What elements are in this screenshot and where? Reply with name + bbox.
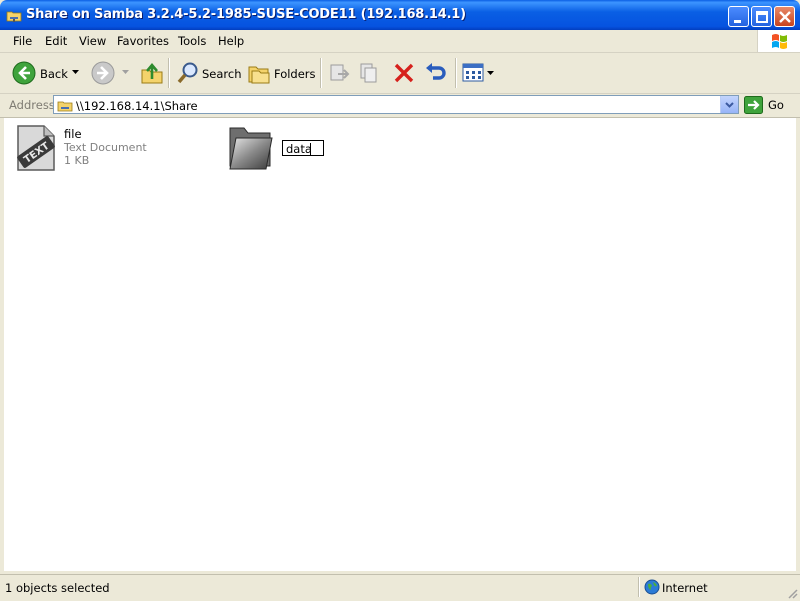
windows-logo xyxy=(757,30,800,52)
folders-button[interactable]: Folders xyxy=(246,53,316,93)
address-input[interactable]: \\192.168.14.1\Share xyxy=(53,95,739,114)
delete-button[interactable] xyxy=(390,53,418,93)
file-list-pane[interactable]: TEXT file Text Document 1 KB data xyxy=(4,118,796,571)
folder-icon xyxy=(229,127,273,170)
status-bar: 1 objects selected Internet xyxy=(0,574,800,601)
address-label: Address xyxy=(9,98,55,112)
minimize-icon xyxy=(734,20,741,23)
close-button[interactable] xyxy=(774,6,795,27)
toolbar-separator xyxy=(455,58,457,88)
close-icon xyxy=(779,11,791,23)
menu-bar: File Edit View Favorites Tools Help xyxy=(0,30,800,53)
toolbar-separator xyxy=(168,58,170,88)
menu-view[interactable]: View xyxy=(79,34,106,48)
copy-to-button[interactable] xyxy=(356,53,384,93)
toolbar-separator xyxy=(320,58,322,88)
file-item-size: 1 KB xyxy=(64,154,90,167)
explorer-window: Share on Samba 3.2.4-5.2-1985-SUSE-CODE1… xyxy=(0,0,800,601)
menu-help[interactable]: Help xyxy=(218,34,244,48)
maximize-button[interactable] xyxy=(751,6,772,27)
move-to-icon xyxy=(330,64,350,81)
network-share-icon xyxy=(57,101,73,112)
folders-icon xyxy=(248,66,270,84)
forward-button[interactable] xyxy=(90,53,132,93)
address-dropdown-button[interactable] xyxy=(720,96,738,113)
up-folder-button[interactable] xyxy=(138,53,164,93)
undo-button[interactable] xyxy=(422,53,450,93)
views-dropdown-icon xyxy=(487,71,494,75)
network-folder-icon xyxy=(6,11,22,22)
copy-to-icon xyxy=(360,63,377,83)
windows-flag-icon xyxy=(772,34,787,49)
text-document-icon: TEXT xyxy=(17,125,55,171)
status-zone: Internet xyxy=(662,581,708,595)
back-label: Back xyxy=(40,67,68,81)
undo-icon xyxy=(426,63,446,80)
address-value: \\192.168.14.1\Share xyxy=(76,99,198,113)
up-folder-icon xyxy=(141,62,163,84)
chevron-down-icon xyxy=(725,102,734,108)
toolbar: Back Search Folders xyxy=(0,53,800,94)
go-arrow-icon xyxy=(744,96,763,114)
folders-label: Folders xyxy=(274,67,316,81)
text-caret xyxy=(310,143,311,155)
search-button[interactable]: Search xyxy=(174,53,242,93)
rename-value: data xyxy=(286,142,312,156)
window-title: Share on Samba 3.2.4-5.2-1985-SUSE-CODE1… xyxy=(26,7,466,22)
delete-x-icon xyxy=(394,63,414,83)
status-separator xyxy=(638,577,640,597)
forward-dropdown-icon xyxy=(122,70,129,74)
internet-globe-icon xyxy=(644,579,660,595)
status-selection: 1 objects selected xyxy=(5,581,110,595)
back-button[interactable]: Back xyxy=(10,53,82,93)
go-button[interactable]: Go xyxy=(744,96,796,114)
rename-input[interactable]: data xyxy=(282,140,324,156)
file-item[interactable]: TEXT file Text Document 1 KB xyxy=(12,124,172,174)
menu-favorites[interactable]: Favorites xyxy=(117,34,169,48)
file-item-name: file xyxy=(64,127,82,141)
resize-grip-icon[interactable] xyxy=(786,587,798,599)
menu-tools[interactable]: Tools xyxy=(178,34,206,48)
title-bar[interactable]: Share on Samba 3.2.4-5.2-1985-SUSE-CODE1… xyxy=(0,0,800,30)
move-to-button[interactable] xyxy=(326,53,354,93)
back-dropdown-icon[interactable] xyxy=(72,70,79,75)
menu-edit[interactable]: Edit xyxy=(45,34,67,48)
menu-file[interactable]: File xyxy=(13,34,32,48)
forward-arrow-icon xyxy=(91,61,115,85)
maximize-icon xyxy=(756,11,768,23)
views-grid-icon xyxy=(462,63,484,82)
search-label: Search xyxy=(202,67,242,81)
views-button[interactable] xyxy=(461,53,497,93)
address-bar: Address \\192.168.14.1\Share Go xyxy=(0,94,800,118)
file-item-type: Text Document xyxy=(64,141,147,154)
go-label: Go xyxy=(768,98,784,112)
search-icon xyxy=(177,62,198,84)
back-arrow-icon xyxy=(12,61,36,85)
minimize-button[interactable] xyxy=(728,6,749,27)
